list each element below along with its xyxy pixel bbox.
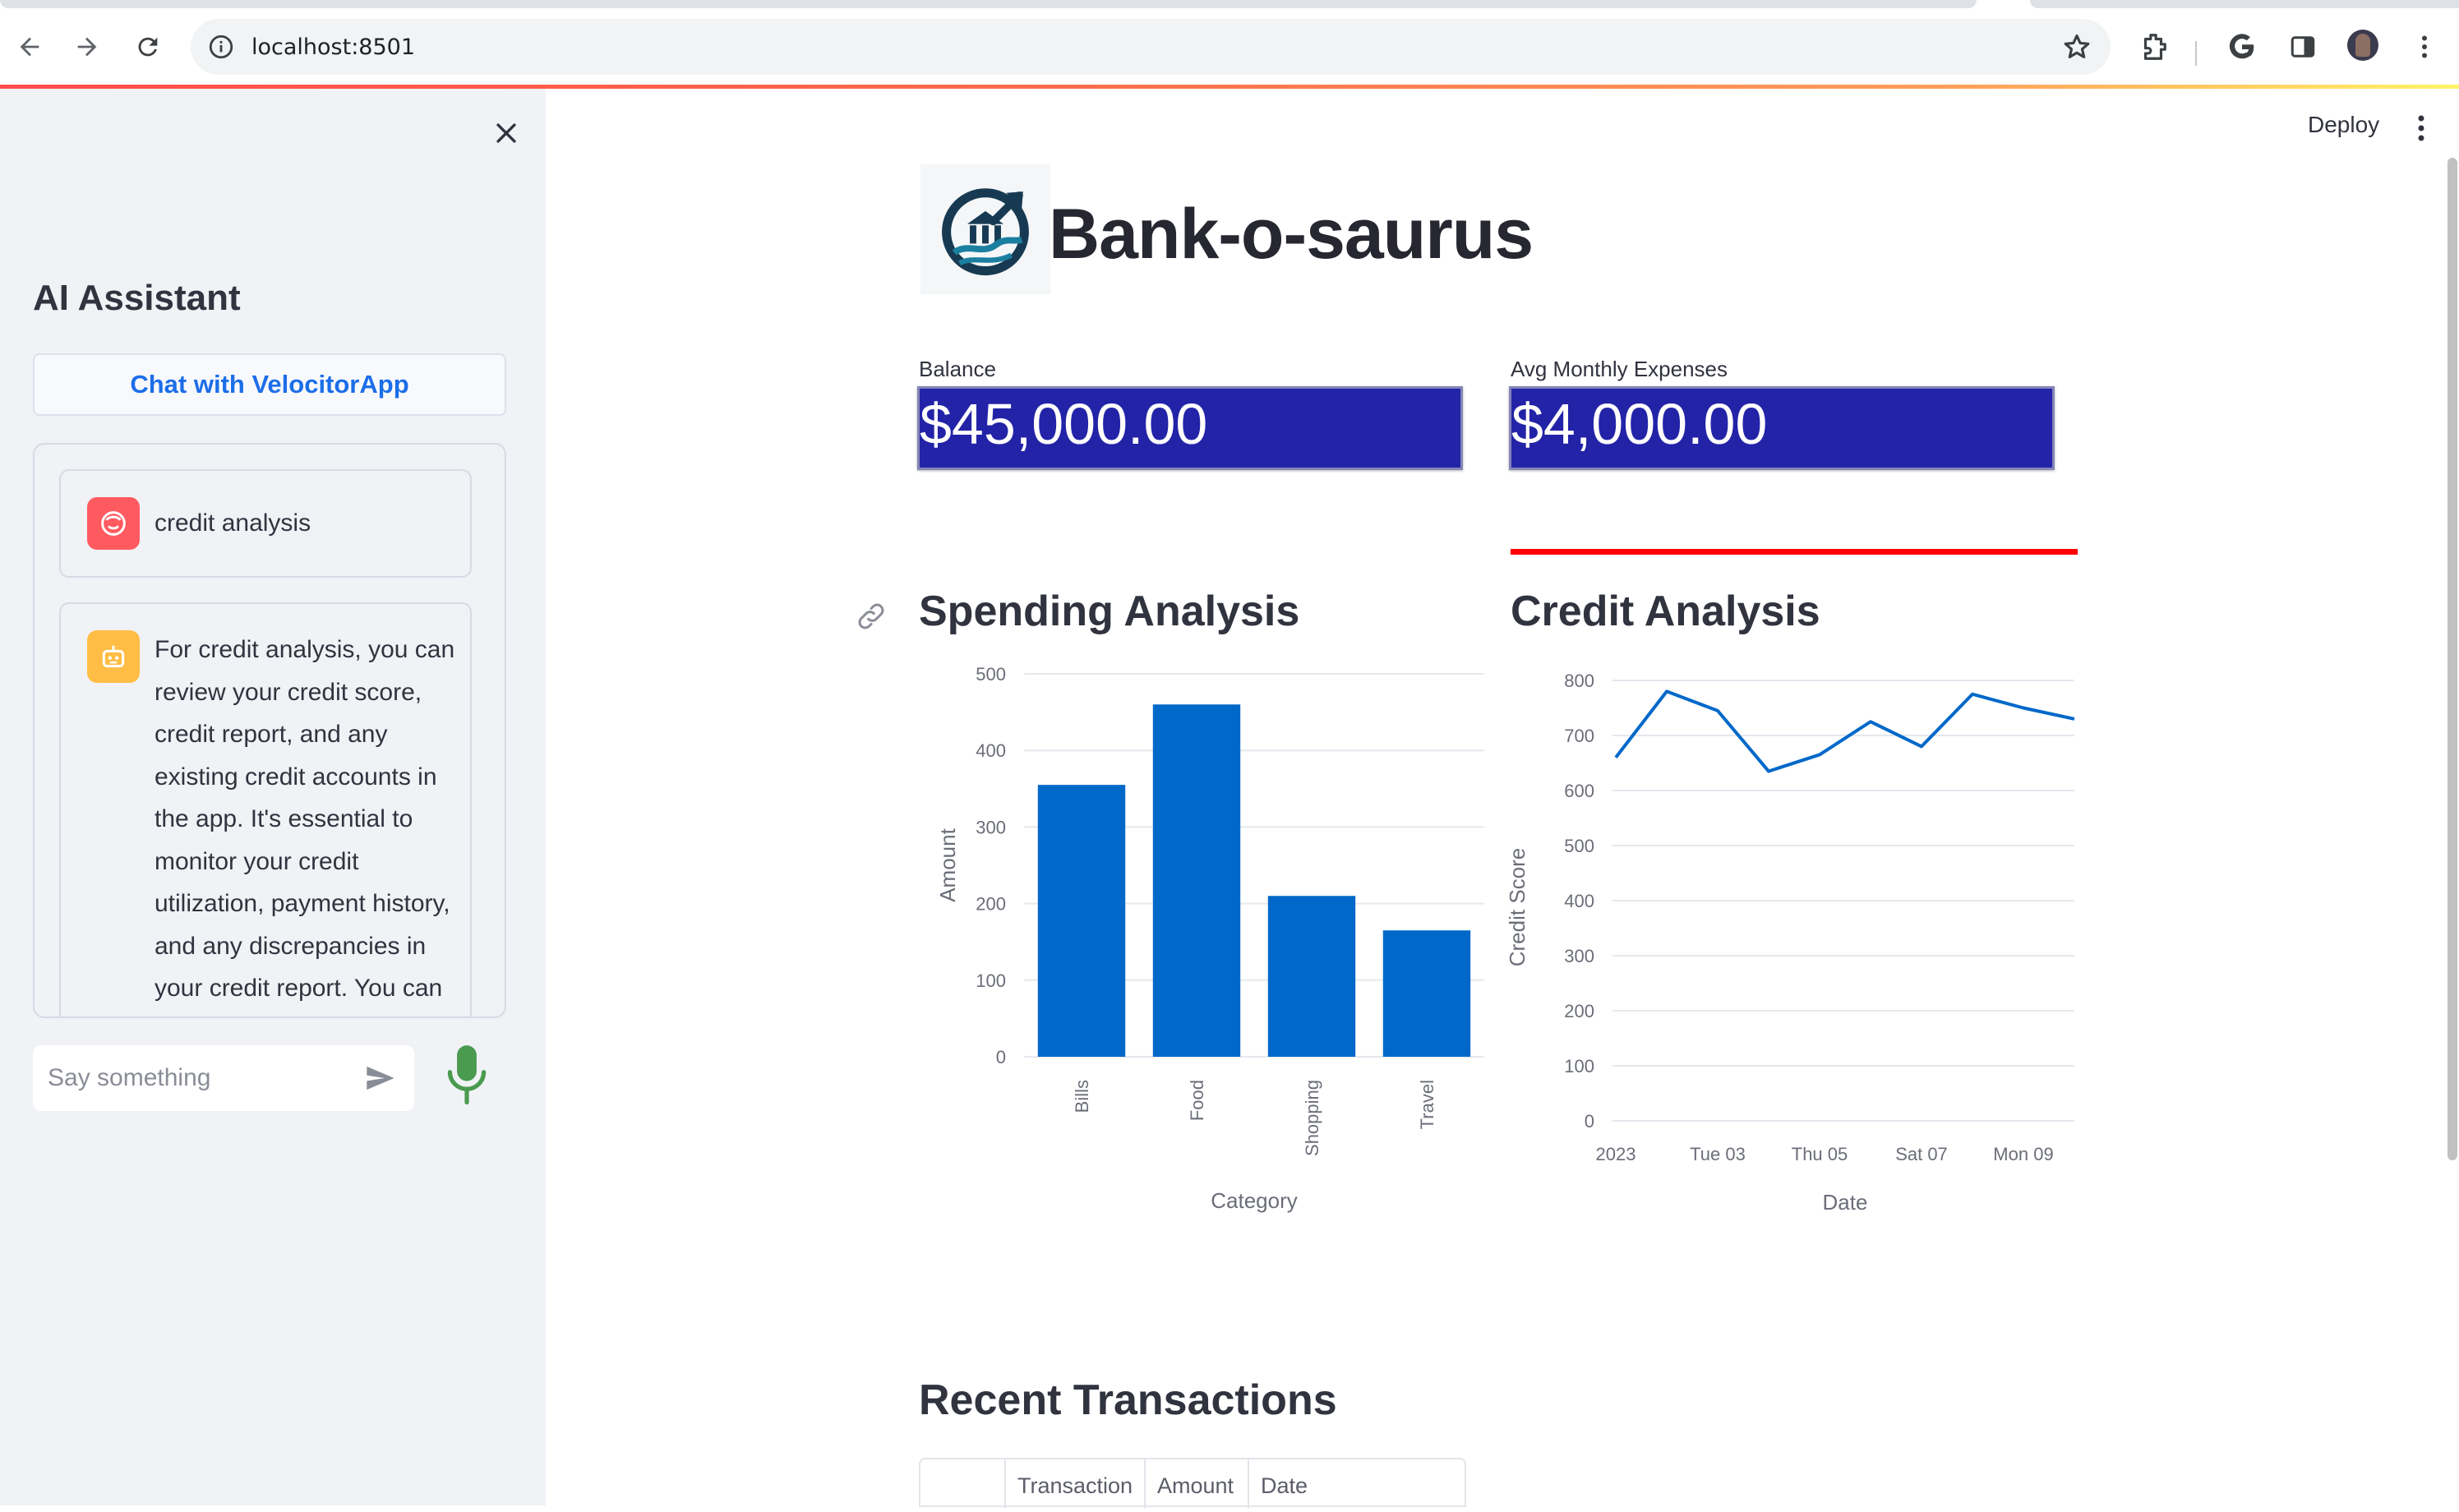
anchor-link-icon[interactable] — [855, 600, 888, 633]
spending-bar-chart[interactable]: 0 100 200 300 400 500 Bills Food Shopping Travel C… — [912, 657, 1504, 1216]
y-tick-label: 600 — [1564, 781, 1594, 801]
chat-history[interactable]: credit analysis For credit analysis, you… — [33, 443, 506, 1018]
sidebar: AI Assistant Chat with VelocitorApp cred… — [0, 89, 546, 1505]
x-tick-label: Bills — [1072, 1080, 1092, 1113]
sidebar-title: AI Assistant — [33, 278, 241, 318]
x-axis-label: Category — [1211, 1188, 1298, 1213]
user-message: credit analysis — [59, 469, 472, 578]
spending-analysis-title: Spending Analysis — [919, 588, 1300, 635]
y-axis-label: Credit Score — [1505, 848, 1529, 967]
assistant-robot-icon — [87, 630, 140, 683]
red-divider — [1511, 549, 2078, 555]
user-message-text: credit analysis — [155, 509, 311, 537]
bar-travel — [1382, 930, 1471, 1057]
table-header-amount[interactable]: Amount — [1144, 1459, 1248, 1509]
y-tick-label: 400 — [1564, 891, 1594, 911]
bookmark-star-icon[interactable] — [2061, 31, 2092, 62]
browser-tab-2[interactable] — [2030, 0, 2459, 8]
transactions-table[interactable]: Transaction Amount Date — [919, 1458, 1466, 1509]
table-header-date[interactable]: Date — [1248, 1459, 1465, 1509]
y-axis-label: Amount — [935, 827, 960, 901]
x-tick-label: Mon 09 — [1993, 1144, 2053, 1164]
x-tick-label: Shopping — [1302, 1080, 1322, 1156]
x-tick-label: Sat 07 — [1895, 1144, 1948, 1164]
x-tick-label: 2023 — [1596, 1144, 1636, 1164]
extensions-icon[interactable] — [2137, 30, 2170, 63]
chat-input-container — [33, 1045, 414, 1111]
deploy-button[interactable]: Deploy — [2308, 112, 2379, 138]
expenses-value: $4,000.00 — [1511, 392, 1768, 456]
table-header-transaction[interactable]: Transaction — [1004, 1459, 1144, 1509]
browser-tab[interactable] — [0, 0, 1977, 8]
app-menu-icon[interactable] — [2408, 112, 2434, 145]
bank-logo — [920, 164, 1050, 294]
browser-toolbar: localhost:8501 — [0, 12, 2459, 87]
credit-line-chart[interactable]: 0 100 200 300 400 500 600 700 800 2023 Tue 03 Thu 0… — [1504, 657, 2096, 1216]
expenses-label: Avg Monthly Expenses — [1511, 357, 1728, 381]
y-tick-label: 100 — [976, 970, 1006, 991]
y-tick-label: 300 — [976, 817, 1006, 837]
balance-label: Balance — [919, 357, 996, 381]
google-icon[interactable] — [2226, 30, 2258, 63]
url-text[interactable]: localhost:8501 — [251, 35, 415, 60]
y-tick-label: 800 — [1564, 671, 1594, 691]
x-tick-label: Thu 05 — [1792, 1144, 1848, 1164]
balance-metric: $45,000.00 — [917, 386, 1463, 470]
x-tick-label: Travel — [1417, 1080, 1437, 1129]
bar-bills — [1037, 785, 1126, 1057]
reload-icon[interactable] — [122, 12, 174, 82]
x-tick-label: Tue 03 — [1690, 1144, 1746, 1164]
y-tick-label: 0 — [1585, 1111, 1594, 1132]
expenses-metric: $4,000.00 — [1509, 386, 2055, 470]
back-icon[interactable] — [3, 12, 56, 82]
microphone-icon[interactable] — [445, 1044, 488, 1108]
toolbar-divider — [2195, 41, 2197, 66]
bar-shopping — [1267, 896, 1356, 1057]
assistant-message-text: For credit analysis, you can review your… — [155, 636, 455, 1002]
y-tick-label: 700 — [1564, 726, 1594, 746]
chat-input[interactable] — [48, 1064, 344, 1092]
credit-analysis-title: Credit Analysis — [1511, 588, 1820, 635]
main-scrollbar[interactable] — [2447, 158, 2457, 1160]
browser-menu-icon[interactable] — [2408, 30, 2441, 63]
bar-food — [1152, 704, 1241, 1057]
x-axis-label: Date — [1823, 1190, 1868, 1215]
y-tick-label: 0 — [996, 1047, 1006, 1067]
send-icon[interactable] — [363, 1062, 398, 1095]
y-tick-label: 400 — [976, 740, 1006, 761]
table-header-index[interactable] — [920, 1459, 1004, 1509]
y-tick-label: 200 — [1564, 1001, 1594, 1021]
profile-avatar[interactable] — [2347, 30, 2378, 61]
recent-transactions-title: Recent Transactions — [919, 1376, 1337, 1424]
assistant-message: For credit analysis, you can review your… — [59, 602, 472, 1016]
balance-value: $45,000.00 — [920, 392, 1208, 456]
user-avatar-icon — [87, 497, 140, 550]
x-tick-label: Food — [1187, 1080, 1207, 1121]
credit-score-line — [1614, 689, 2075, 773]
y-tick-label: 200 — [976, 894, 1006, 915]
y-tick-label: 500 — [1564, 836, 1594, 856]
y-tick-label: 500 — [976, 664, 1006, 685]
close-sidebar-icon[interactable] — [488, 115, 524, 151]
forward-icon[interactable] — [61, 12, 113, 82]
chat-with-velocitorapp-button[interactable]: Chat with VelocitorApp — [33, 353, 506, 416]
address-bar[interactable]: localhost:8501 — [191, 19, 2111, 75]
y-tick-label: 300 — [1564, 946, 1594, 966]
y-tick-label: 100 — [1564, 1056, 1594, 1076]
app-title: Bank-o-saurus — [1049, 195, 1534, 274]
tab-strip — [0, 0, 2459, 12]
side-panel-icon[interactable] — [2286, 30, 2319, 63]
site-info-icon[interactable] — [207, 33, 235, 61]
